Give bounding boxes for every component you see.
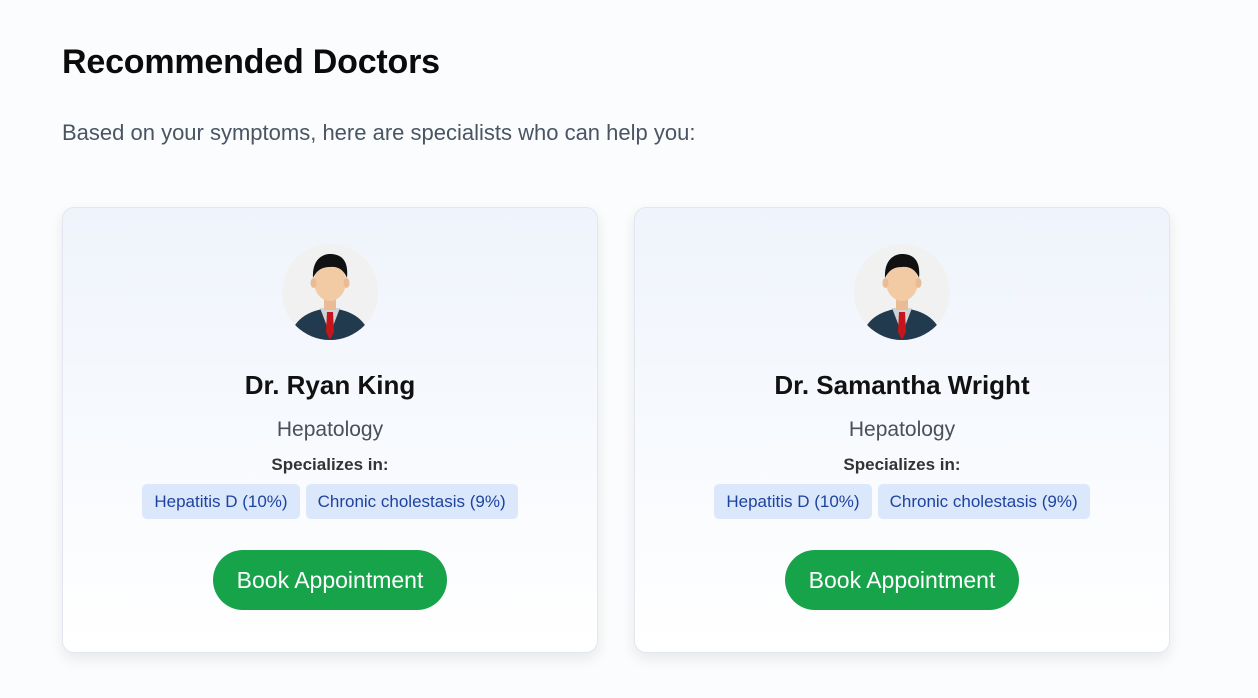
- page-title: Recommended Doctors: [62, 43, 440, 81]
- doctor-avatar-icon: [854, 244, 950, 340]
- doctor-department: Hepatology: [848, 418, 956, 441]
- specializes-label: Specializes in:: [271, 455, 389, 474]
- recommended-doctors-page: Recommended Doctors Based on your sympto…: [0, 0, 1258, 698]
- specialization-tag: Hepatitis D (10%): [142, 484, 300, 519]
- page-subtitle: Based on your symptoms, here are special…: [62, 120, 696, 145]
- specialization-tags: Hepatitis D (10%) Chronic cholestasis (9…: [714, 484, 1090, 519]
- doctor-card: Dr. Ryan King Hepatology Specializes in:…: [62, 207, 598, 653]
- book-appointment-button[interactable]: Book Appointment: [212, 550, 448, 610]
- doctor-card-list: Dr. Ryan King Hepatology Specializes in:…: [62, 207, 1170, 653]
- specialization-tag: Hepatitis D (10%): [714, 484, 872, 519]
- doctor-avatar-icon: [282, 244, 378, 340]
- doctor-name: Dr. Ryan King: [244, 370, 416, 400]
- doctor-card: Dr. Samantha Wright Hepatology Specializ…: [634, 207, 1170, 653]
- book-appointment-button[interactable]: Book Appointment: [784, 550, 1020, 610]
- specialization-tag: Chronic cholestasis (9%): [305, 484, 518, 519]
- specializes-label: Specializes in:: [843, 455, 961, 474]
- doctor-name: Dr. Samantha Wright: [774, 370, 1030, 400]
- specialization-tag: Chronic cholestasis (9%): [877, 484, 1090, 519]
- doctor-department: Hepatology: [276, 418, 384, 441]
- specialization-tags: Hepatitis D (10%) Chronic cholestasis (9…: [142, 484, 518, 519]
